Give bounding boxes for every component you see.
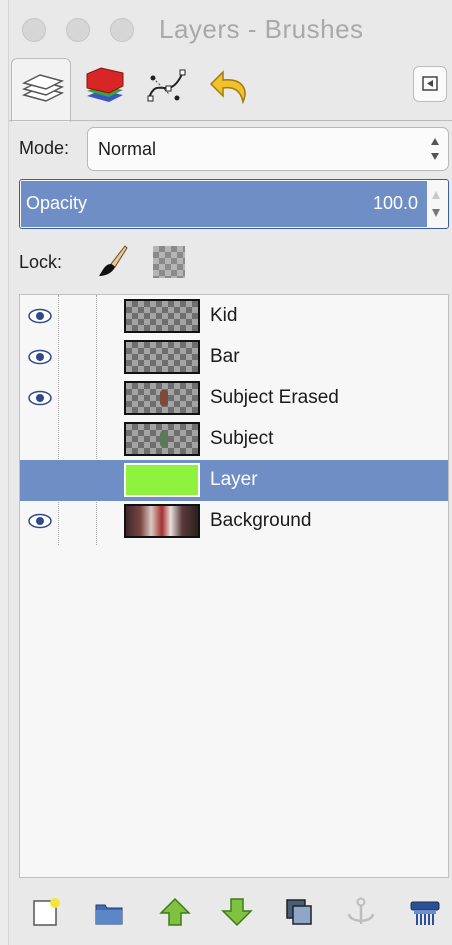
new-layer-button[interactable]: [27, 892, 67, 932]
layer-name: Kid: [210, 305, 238, 326]
visibility-eye-icon[interactable]: [28, 513, 52, 529]
layer-thumbnail: [124, 340, 200, 374]
layers-toolbar: [19, 886, 449, 940]
minimize-window-button[interactable]: [66, 18, 90, 42]
duplicate-icon: [286, 899, 312, 925]
mode-label: Mode:: [19, 138, 70, 158]
tab-channels[interactable]: [75, 58, 135, 118]
channels-icon: [86, 67, 124, 102]
opacity-stepper-icon[interactable]: [431, 189, 441, 219]
visibility-eye-icon[interactable]: [28, 349, 52, 365]
paintbrush-lock-icon[interactable]: [97, 244, 129, 278]
delete-layer-button[interactable]: [405, 892, 445, 932]
tab-divider: [9, 120, 452, 121]
paths-icon: [147, 69, 186, 102]
zoom-window-button[interactable]: [110, 18, 134, 42]
tab-undo-history[interactable]: [199, 58, 259, 118]
new-layer-icon: [33, 898, 60, 926]
visibility-eye-icon[interactable]: [28, 390, 52, 406]
lock-label: Lock:: [19, 252, 63, 272]
layer-row[interactable]: Subject: [20, 419, 448, 460]
layer-name: Bar: [210, 346, 240, 367]
layers-window: Layers - Brushes Mode: Normal Opacity 10…: [8, 0, 452, 945]
layers-stack-icon: [21, 74, 65, 102]
layer-row[interactable]: Subject Erased: [20, 378, 448, 419]
layer-row-selected[interactable]: Layer: [20, 460, 448, 501]
opacity-slider[interactable]: Opacity 100.0: [19, 179, 449, 229]
opacity-value: 100.0: [372, 193, 418, 213]
undo-icon: [209, 70, 246, 105]
arrow-down-icon: [221, 898, 253, 927]
layer-name: Subject Erased: [210, 387, 339, 408]
window-title: Layers - Brushes: [159, 14, 364, 44]
tab-menu-button[interactable]: [413, 66, 447, 102]
layer-thumbnail: [124, 422, 200, 456]
tab-menu-icon: [422, 76, 438, 91]
tab-paths[interactable]: [137, 58, 197, 118]
mode-combobox[interactable]: Normal: [87, 127, 449, 171]
layer-row[interactable]: Kid: [20, 296, 448, 337]
layer-thumbnail: [124, 299, 200, 333]
layer-thumbnail: [124, 381, 200, 415]
new-layer-group-button[interactable]: [89, 892, 129, 932]
delete-icon: [410, 901, 440, 925]
layer-row[interactable]: Bar: [20, 337, 448, 378]
combo-stepper-icon: [431, 138, 439, 160]
mode-value: Normal: [98, 139, 157, 159]
layer-row[interactable]: Background: [20, 501, 448, 542]
layers-list: Kid Bar Subject Erased Subject Layer Bac…: [19, 294, 449, 878]
folder-icon: [95, 904, 123, 925]
opacity-label: Opacity: [26, 193, 88, 213]
anchor-layer-button[interactable]: [341, 892, 381, 932]
raise-layer-button[interactable]: [155, 892, 195, 932]
arrow-up-icon: [159, 897, 191, 926]
layer-thumbnail: [124, 504, 200, 538]
lower-layer-button[interactable]: [217, 892, 257, 932]
visibility-eye-icon[interactable]: [28, 308, 52, 324]
anchor-icon: [347, 897, 375, 924]
alpha-lock-icon[interactable]: [153, 246, 185, 278]
layer-name: Background: [210, 510, 312, 531]
layer-thumbnail: [124, 463, 200, 497]
dock-tab-strip: [9, 52, 452, 122]
close-window-button[interactable]: [22, 18, 46, 42]
duplicate-layer-button[interactable]: [279, 892, 319, 932]
layer-name: Subject: [210, 428, 274, 449]
tab-layers[interactable]: [11, 58, 71, 122]
layer-name: Layer: [210, 469, 258, 490]
title-bar: Layers - Brushes: [9, 0, 452, 52]
